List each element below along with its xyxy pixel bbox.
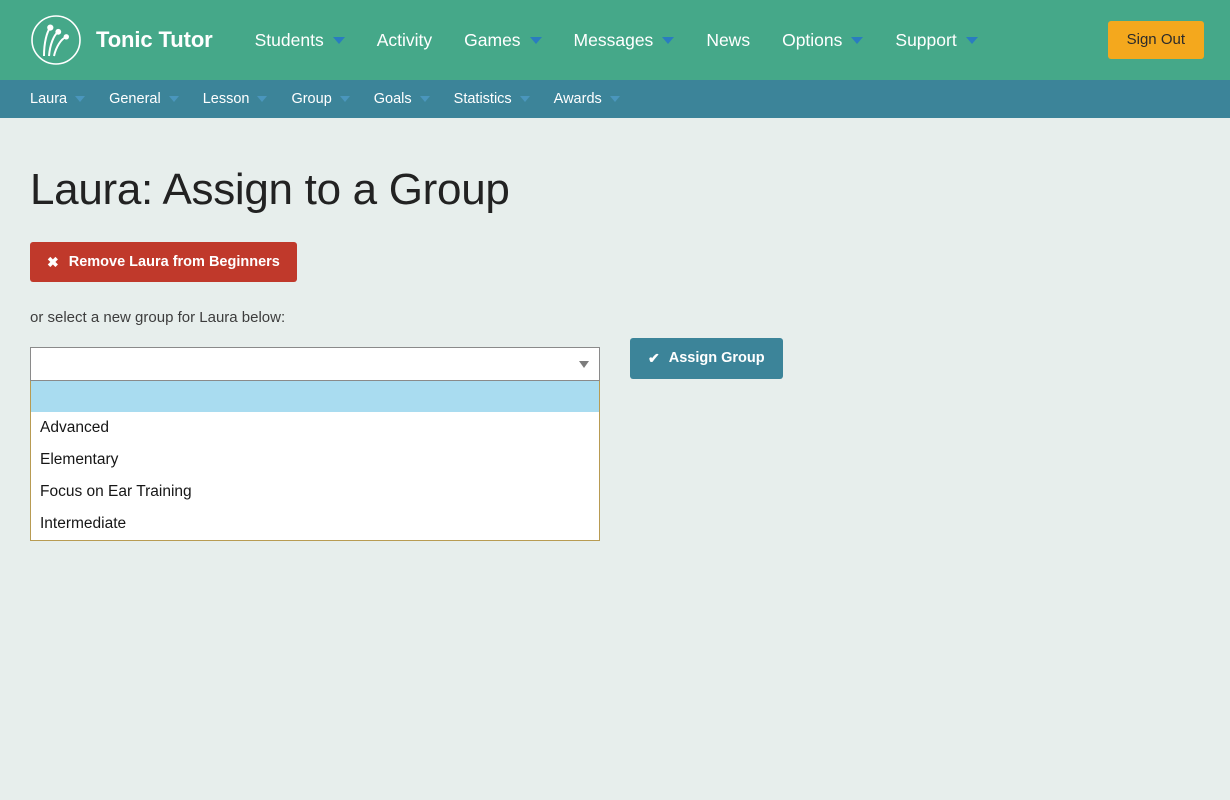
group-option-intermediate[interactable]: Intermediate	[31, 508, 599, 540]
helper-text: or select a new group for Laura below:	[30, 309, 1200, 326]
chevron-down-icon	[966, 37, 978, 44]
chevron-down-icon	[340, 96, 350, 102]
remove-from-group-button[interactable]: ✖ Remove Laura from Beginners	[30, 242, 297, 283]
nav-item-label: News	[706, 30, 750, 51]
chevron-down-icon	[520, 96, 530, 102]
subnav-item-label: Goals	[374, 91, 412, 107]
chevron-down-icon	[333, 37, 345, 44]
assign-group-form: Advanced Elementary Focus on Ear Trainin…	[30, 347, 1200, 381]
check-mark-icon: ✔	[648, 351, 660, 365]
chevron-down-icon	[530, 37, 542, 44]
nav-item-label: Support	[895, 30, 956, 51]
subnav-item-group[interactable]: Group	[279, 80, 361, 118]
subnav-item-lesson[interactable]: Lesson	[191, 80, 280, 118]
chevron-down-icon	[420, 96, 430, 102]
tonic-tutor-circle-logo-icon	[30, 14, 82, 66]
subnav-item-label: Awards	[554, 91, 602, 107]
nav-item-students[interactable]: Students	[239, 0, 361, 80]
nav-item-games[interactable]: Games	[448, 0, 557, 80]
chevron-down-icon	[851, 37, 863, 44]
subnav-item-label: Statistics	[454, 91, 512, 107]
nav-item-support[interactable]: Support	[879, 0, 993, 80]
nav-item-label: Messages	[574, 30, 654, 51]
assign-button-label: Assign Group	[669, 351, 765, 366]
subnav-item-label: Lesson	[203, 91, 250, 107]
chevron-down-icon	[579, 361, 589, 368]
nav-item-news[interactable]: News	[690, 0, 766, 80]
group-option-blank[interactable]	[31, 381, 599, 412]
page-title: Laura: Assign to a Group	[30, 118, 1200, 216]
nav-item-messages[interactable]: Messages	[558, 0, 691, 80]
subnav-item-goals[interactable]: Goals	[362, 80, 442, 118]
group-select-wrapper: Advanced Elementary Focus on Ear Trainin…	[30, 347, 600, 381]
subnav-item-label: Laura	[30, 91, 67, 107]
brand-group[interactable]: Tonic Tutor	[30, 14, 213, 66]
group-option-advanced[interactable]: Advanced	[31, 412, 599, 444]
subnav-item-label: Group	[291, 91, 331, 107]
group-option-focus-on-ear-training[interactable]: Focus on Ear Training	[31, 476, 599, 508]
nav-item-options[interactable]: Options	[766, 0, 879, 80]
subnav-item-awards[interactable]: Awards	[542, 80, 632, 118]
remove-button-label: Remove Laura from Beginners	[69, 255, 280, 270]
chevron-down-icon	[169, 96, 179, 102]
group-select-options: Advanced Elementary Focus on Ear Trainin…	[30, 381, 600, 541]
sign-out-button[interactable]: Sign Out	[1108, 21, 1204, 59]
primary-navigation: Students Activity Games Messages News Op…	[239, 0, 994, 80]
secondary-navigation: Laura General Lesson Group Goals Statist…	[0, 80, 1230, 118]
main-content: Laura: Assign to a Group ✖ Remove Laura …	[0, 118, 1230, 381]
subnav-item-label: General	[109, 91, 161, 107]
assign-group-button[interactable]: ✔ Assign Group	[630, 338, 783, 379]
x-mark-icon: ✖	[47, 255, 59, 269]
group-select-field[interactable]	[30, 347, 600, 381]
nav-item-activity[interactable]: Activity	[361, 0, 448, 80]
nav-item-label: Activity	[377, 30, 432, 51]
subnav-item-general[interactable]: General	[97, 80, 191, 118]
top-header: Tonic Tutor Students Activity Games Mess…	[0, 0, 1230, 80]
nav-item-label: Games	[464, 30, 520, 51]
chevron-down-icon	[610, 96, 620, 102]
nav-item-label: Options	[782, 30, 842, 51]
group-option-elementary[interactable]: Elementary	[31, 444, 599, 476]
subnav-item-statistics[interactable]: Statistics	[442, 80, 542, 118]
chevron-down-icon	[75, 96, 85, 102]
brand-name: Tonic Tutor	[96, 27, 213, 53]
subnav-item-laura[interactable]: Laura	[18, 80, 97, 118]
chevron-down-icon	[257, 96, 267, 102]
chevron-down-icon	[662, 37, 674, 44]
nav-item-label: Students	[255, 30, 324, 51]
